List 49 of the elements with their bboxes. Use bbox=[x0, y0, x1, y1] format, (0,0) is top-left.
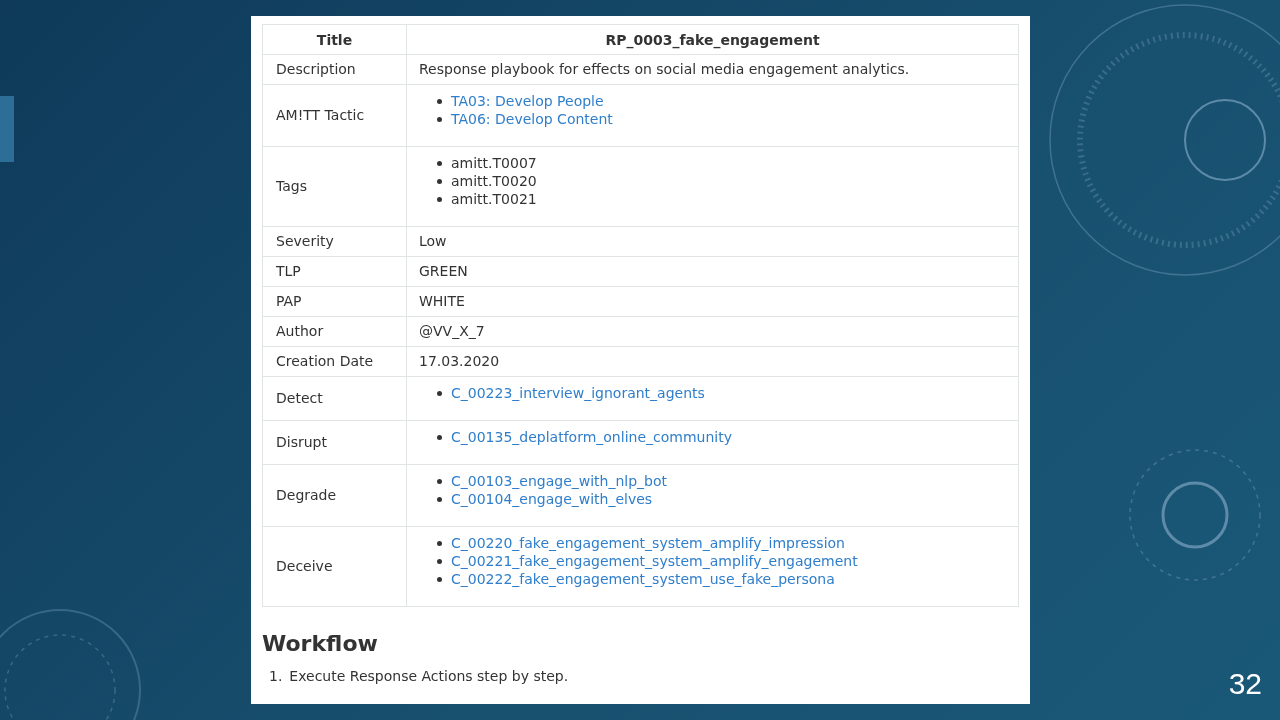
table-cell: 17.03.2020 bbox=[406, 346, 1019, 377]
page-number: 32 bbox=[1228, 667, 1262, 701]
list-number: 1. bbox=[269, 667, 283, 685]
table-header-cell: RP_0003_fake_engagement bbox=[406, 24, 1019, 55]
table-cell: WHITE bbox=[406, 286, 1019, 317]
table-cell: Severity bbox=[262, 226, 407, 257]
table-cell: Detect bbox=[262, 376, 407, 421]
bullet-icon bbox=[437, 160, 442, 166]
bullet-icon bbox=[437, 196, 442, 202]
tag-text: amitt.T0020 bbox=[451, 172, 537, 190]
link[interactable]: C_00135_deplatform_online_community bbox=[451, 428, 732, 446]
table-cell: Description bbox=[262, 54, 407, 85]
bullet-icon bbox=[437, 478, 442, 484]
table-cell: Author bbox=[262, 316, 407, 347]
section-heading: Workflow bbox=[262, 630, 379, 658]
bullet-icon bbox=[437, 496, 442, 502]
bullet-icon bbox=[437, 98, 442, 104]
link[interactable]: C_00221_fake_engagement_system_amplify_engagement bbox=[451, 552, 858, 570]
table-cell: Low bbox=[406, 226, 1019, 257]
bullet-icon bbox=[437, 390, 442, 396]
tag-text: amitt.T0021 bbox=[451, 190, 537, 208]
table-cell: Degrade bbox=[262, 464, 407, 527]
accent-bar bbox=[0, 96, 14, 162]
table-cell: Deceive bbox=[262, 526, 407, 607]
step-text: Execute Response Actions step by step. bbox=[289, 667, 569, 685]
link[interactable]: TA03: Develop People bbox=[451, 92, 604, 110]
table-cell: PAP bbox=[262, 286, 407, 317]
link[interactable]: C_00103_engage_with_nlp_bot bbox=[451, 472, 668, 490]
link[interactable]: C_00220_fake_engagement_system_amplify_impression bbox=[451, 534, 845, 552]
bullet-icon bbox=[437, 116, 442, 122]
bullet-icon bbox=[437, 540, 442, 546]
table-cell: GREEN bbox=[406, 256, 1019, 287]
table-cell: TLP bbox=[262, 256, 407, 287]
link[interactable]: C_00222_fake_engagement_system_use_fake_persona bbox=[451, 570, 835, 588]
tag-text: amitt.T0007 bbox=[451, 154, 537, 172]
bullet-icon bbox=[437, 178, 442, 184]
bullet-icon bbox=[437, 576, 442, 582]
table-cell: AM!TT Tactic bbox=[262, 84, 407, 147]
table-cell: Creation Date bbox=[262, 346, 407, 377]
table-cell: Tags bbox=[262, 146, 407, 227]
bullet-icon bbox=[437, 558, 442, 564]
link[interactable]: TA06: Develop Content bbox=[451, 110, 613, 128]
table-cell: Response playbook for effects on social media engagement analytics. bbox=[406, 54, 1019, 85]
link[interactable]: C_00223_interview_ignorant_agents bbox=[451, 384, 705, 402]
bullet-icon bbox=[437, 434, 442, 440]
table-cell: @VV_X_7 bbox=[406, 316, 1019, 347]
table-cell: Disrupt bbox=[262, 420, 407, 465]
table-header-cell: Title bbox=[262, 24, 407, 55]
link[interactable]: C_00104_engage_with_elves bbox=[451, 490, 653, 508]
